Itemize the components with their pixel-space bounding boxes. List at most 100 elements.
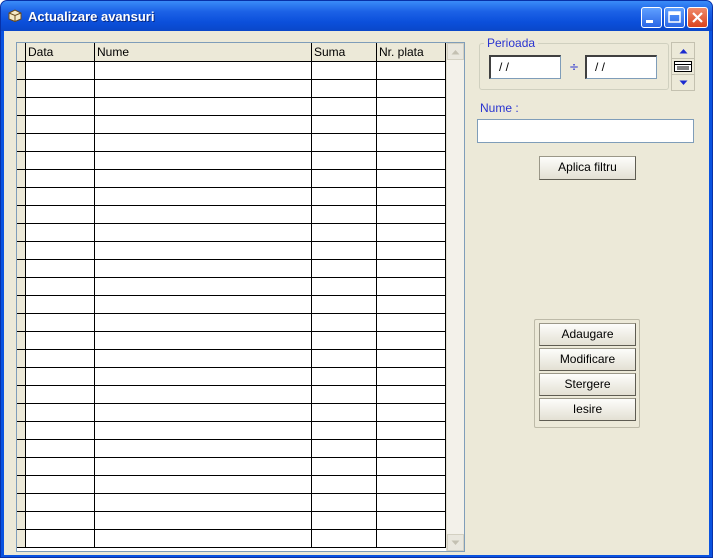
row-selector[interactable] — [17, 350, 26, 367]
cell-nr-plata[interactable] — [377, 224, 446, 241]
table-row[interactable] — [17, 530, 447, 548]
cell-data[interactable] — [26, 386, 95, 403]
cell-nume[interactable] — [95, 494, 312, 511]
scroll-up-button[interactable] — [447, 43, 464, 60]
cell-nume[interactable] — [95, 170, 312, 187]
advances-grid[interactable]: Data Nume Suma Nr. plata — [16, 42, 465, 552]
table-row[interactable] — [17, 152, 447, 170]
cell-data[interactable] — [26, 530, 95, 547]
period-calendar-button[interactable] — [671, 58, 695, 75]
cell-data[interactable] — [26, 80, 95, 97]
table-row[interactable] — [17, 188, 447, 206]
table-row[interactable] — [17, 332, 447, 350]
cell-nume[interactable] — [95, 332, 312, 349]
cell-nr-plata[interactable] — [377, 350, 446, 367]
cell-suma[interactable] — [312, 62, 377, 79]
cell-data[interactable] — [26, 440, 95, 457]
period-down-button[interactable] — [671, 74, 695, 91]
period-up-button[interactable] — [671, 42, 695, 59]
row-selector[interactable] — [17, 530, 26, 547]
row-selector[interactable] — [17, 242, 26, 259]
table-row[interactable] — [17, 170, 447, 188]
cell-suma[interactable] — [312, 98, 377, 115]
cell-nr-plata[interactable] — [377, 80, 446, 97]
cell-data[interactable] — [26, 314, 95, 331]
cell-data[interactable] — [26, 260, 95, 277]
table-row[interactable] — [17, 62, 447, 80]
table-row[interactable] — [17, 134, 447, 152]
add-button[interactable]: Adaugare — [539, 323, 636, 346]
cell-nr-plata[interactable] — [377, 98, 446, 115]
title-bar[interactable]: Actualizare avansuri — [1, 1, 712, 31]
cell-suma[interactable] — [312, 332, 377, 349]
cell-suma[interactable] — [312, 224, 377, 241]
row-selector[interactable] — [17, 116, 26, 133]
cell-data[interactable] — [26, 134, 95, 151]
cell-data[interactable] — [26, 98, 95, 115]
close-button[interactable] — [687, 7, 708, 28]
row-selector[interactable] — [17, 170, 26, 187]
row-selector[interactable] — [17, 440, 26, 457]
cell-data[interactable] — [26, 404, 95, 421]
cell-nr-plata[interactable] — [377, 206, 446, 223]
row-selector[interactable] — [17, 512, 26, 529]
row-selector[interactable] — [17, 80, 26, 97]
cell-data[interactable] — [26, 422, 95, 439]
cell-suma[interactable] — [312, 116, 377, 133]
cell-data[interactable] — [26, 350, 95, 367]
edit-button[interactable]: Modificare — [539, 348, 636, 371]
cell-nume[interactable] — [95, 278, 312, 295]
cell-nume[interactable] — [95, 188, 312, 205]
row-selector[interactable] — [17, 62, 26, 79]
table-row[interactable] — [17, 206, 447, 224]
cell-nr-plata[interactable] — [377, 242, 446, 259]
cell-nume[interactable] — [95, 62, 312, 79]
date-to-input[interactable]: / / — [585, 55, 657, 79]
table-row[interactable] — [17, 368, 447, 386]
row-selector[interactable] — [17, 494, 26, 511]
cell-nume[interactable] — [95, 260, 312, 277]
cell-nr-plata[interactable] — [377, 440, 446, 457]
row-selector[interactable] — [17, 386, 26, 403]
cell-nume[interactable] — [95, 242, 312, 259]
row-selector[interactable] — [17, 476, 26, 493]
cell-nume[interactable] — [95, 458, 312, 475]
apply-filter-button[interactable]: Aplica filtru — [539, 156, 636, 180]
cell-nr-plata[interactable] — [377, 530, 446, 547]
cell-suma[interactable] — [312, 440, 377, 457]
cell-nr-plata[interactable] — [377, 368, 446, 385]
table-row[interactable] — [17, 242, 447, 260]
cell-nr-plata[interactable] — [377, 152, 446, 169]
cell-suma[interactable] — [312, 422, 377, 439]
table-row[interactable] — [17, 494, 447, 512]
row-selector[interactable] — [17, 296, 26, 313]
table-row[interactable] — [17, 224, 447, 242]
maximize-button[interactable] — [664, 7, 685, 28]
cell-suma[interactable] — [312, 134, 377, 151]
cell-nr-plata[interactable] — [377, 512, 446, 529]
table-row[interactable] — [17, 440, 447, 458]
cell-nume[interactable] — [95, 116, 312, 133]
table-row[interactable] — [17, 458, 447, 476]
row-selector[interactable] — [17, 332, 26, 349]
cell-nr-plata[interactable] — [377, 314, 446, 331]
table-row[interactable] — [17, 350, 447, 368]
cell-nr-plata[interactable] — [377, 422, 446, 439]
cell-nr-plata[interactable] — [377, 278, 446, 295]
cell-suma[interactable] — [312, 206, 377, 223]
cell-nume[interactable] — [95, 404, 312, 421]
row-selector[interactable] — [17, 224, 26, 241]
cell-nume[interactable] — [95, 98, 312, 115]
cell-suma[interactable] — [312, 170, 377, 187]
row-selector[interactable] — [17, 458, 26, 475]
cell-data[interactable] — [26, 476, 95, 493]
cell-nr-plata[interactable] — [377, 476, 446, 493]
grid-vertical-scrollbar[interactable] — [446, 43, 464, 551]
cell-nr-plata[interactable] — [377, 260, 446, 277]
cell-data[interactable] — [26, 494, 95, 511]
table-row[interactable] — [17, 80, 447, 98]
cell-nume[interactable] — [95, 422, 312, 439]
cell-nr-plata[interactable] — [377, 494, 446, 511]
cell-data[interactable] — [26, 512, 95, 529]
cell-nume[interactable] — [95, 476, 312, 493]
